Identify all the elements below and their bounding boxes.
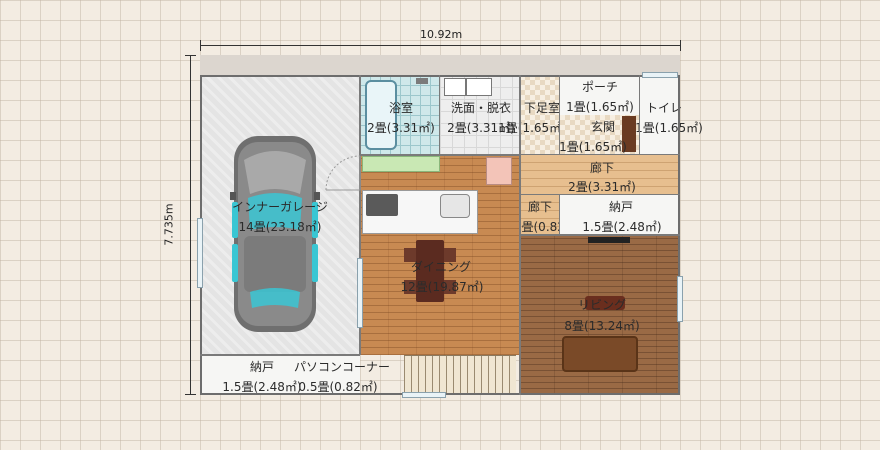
height-dimension-label: 7.735m — [162, 203, 176, 246]
width-dimension-tick-right — [680, 40, 681, 51]
eave-strip — [200, 55, 680, 75]
wall-bath-wash — [439, 75, 440, 155]
height-dimension-tick-top — [185, 55, 196, 56]
wall-hall-bottom — [520, 194, 680, 195]
width-dimension-tick-left — [200, 40, 201, 51]
wall-storage-top — [200, 354, 360, 356]
wall-shoe-porch — [559, 75, 560, 155]
window-garage-east — [357, 258, 363, 328]
height-dimension-line — [190, 55, 191, 395]
height-dimension-tick-bottom — [185, 394, 196, 395]
wall-porch-toilet — [639, 75, 640, 155]
wall-upper-row-bottom — [520, 154, 680, 155]
wall-hall-storage — [559, 195, 560, 235]
garage-door-swing — [325, 155, 361, 191]
window-dining-bottom — [402, 392, 446, 398]
wall-storage-living — [520, 234, 680, 236]
wall-bath-bottom — [360, 154, 520, 156]
width-dimension-label: 10.92m — [420, 28, 463, 41]
window-toilet-top — [642, 72, 678, 78]
window-garage-west — [197, 218, 203, 288]
width-dimension-line — [200, 45, 680, 46]
window-living-east — [677, 276, 683, 322]
